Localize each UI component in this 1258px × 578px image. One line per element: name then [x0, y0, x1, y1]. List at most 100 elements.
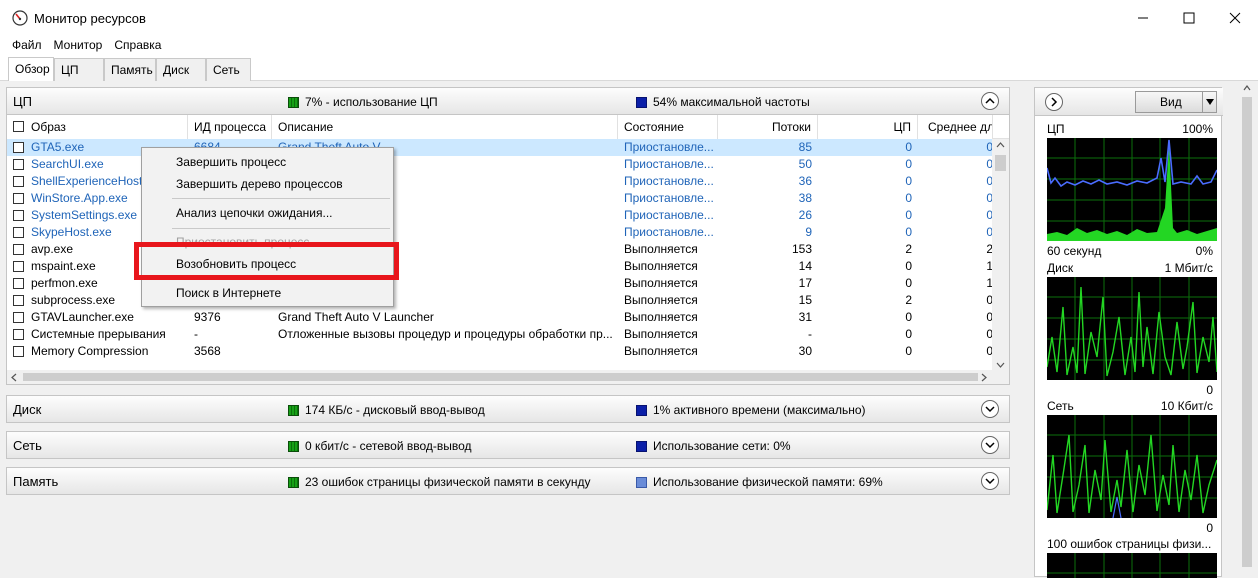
expand-memory-button[interactable]: [981, 472, 999, 490]
table-row[interactable]: Системные прерывания - Отложенные вызовы п…: [7, 326, 993, 343]
minimize-icon: [1138, 17, 1148, 19]
network-graph: [1047, 415, 1217, 518]
memory-faults-legend: 23 ошибок страницы физической памяти в с…: [288, 475, 590, 489]
cell-threads: 85: [798, 140, 812, 154]
cell-state: Приостановле...: [624, 157, 714, 171]
cell-state: Выполняется: [624, 344, 698, 358]
memory-usage-text: Использование физической памяти: 69%: [653, 475, 883, 489]
cell-threads: 30: [798, 344, 812, 358]
scroll-right-icon: [981, 373, 987, 382]
cell-average: 1: [986, 276, 993, 290]
column-header-average[interactable]: Среднее для: [918, 115, 993, 139]
collapse-button[interactable]: [981, 92, 999, 110]
cell-cpu: 0: [905, 259, 912, 273]
cell-state: Приостановле...: [624, 140, 714, 154]
tab-overview[interactable]: Обзор: [8, 57, 54, 81]
cell-image: GTAVLauncher.exe: [31, 310, 134, 324]
menu-bar: Файл Монитор Справка: [0, 36, 1258, 54]
row-checkbox[interactable]: [13, 278, 24, 289]
close-button[interactable]: [1212, 0, 1258, 36]
disk-section-header[interactable]: Диск 174 КБ/с - дисковый ввод-вывод 1% а…: [6, 395, 1010, 423]
network-graph-min: 0: [1206, 521, 1213, 535]
column-header-state[interactable]: Состояние: [618, 115, 718, 139]
menu-file[interactable]: Файл: [6, 36, 48, 54]
menu-separator: [172, 198, 390, 199]
menu-analyze-wait-chain[interactable]: Анализ цепочки ожидания...: [176, 206, 332, 220]
cell-average: 0: [986, 208, 993, 222]
expand-network-button[interactable]: [981, 436, 999, 454]
cell-state: Приостановле...: [624, 191, 714, 205]
row-checkbox[interactable]: [13, 227, 24, 238]
table-row[interactable]: GTAVLauncher.exe 9376 Grand Theft Auto V L…: [7, 309, 993, 326]
expand-disk-button[interactable]: [981, 400, 999, 418]
horizontal-scrollbar[interactable]: [7, 370, 1009, 384]
cell-image: Memory Compression: [31, 344, 149, 358]
cell-average: 0: [986, 225, 993, 239]
graphs-toolbar: Вид: [1035, 88, 1223, 116]
menu-end-process-tree[interactable]: Завершить дерево процессов: [176, 177, 343, 191]
row-checkbox[interactable]: [13, 312, 24, 323]
tab-strip: Обзор ЦП Память Диск Сеть: [0, 54, 1258, 81]
network-usage-legend: Использование сети: 0%: [636, 439, 791, 453]
cell-cpu: 0: [905, 276, 912, 290]
horizontal-scroll-thumb[interactable]: [23, 373, 978, 381]
cpu-frequency-legend: 54% максимальной частоты: [636, 95, 810, 109]
row-checkbox[interactable]: [13, 159, 24, 170]
network-usage-text: Использование сети: 0%: [653, 439, 791, 453]
network-graph-label: Сеть: [1047, 399, 1074, 413]
graphs-panel: Вид ЦП 100% 60 секунд 0% Диск 1 Мбит/с 0…: [1034, 87, 1223, 578]
outer-scrollbar[interactable]: [1240, 81, 1254, 577]
cpu-section-title: ЦП: [13, 94, 32, 109]
table-row[interactable]: Memory Compression 3568 Выполняется 30 0 0: [7, 343, 993, 360]
disk-io-text: 174 КБ/с - дисковый ввод-вывод: [305, 403, 485, 417]
cell-average: 0: [986, 191, 993, 205]
column-header-pid[interactable]: ИД процесса: [188, 115, 272, 139]
light-blue-swatch-icon: [636, 476, 647, 488]
row-checkbox[interactable]: [13, 176, 24, 187]
maximize-button[interactable]: [1166, 0, 1212, 36]
vertical-scroll-thumb[interactable]: [995, 155, 1006, 171]
cell-threads: 26: [798, 208, 812, 222]
menu-end-process[interactable]: Завершить процесс: [176, 155, 286, 169]
row-checkbox[interactable]: [13, 261, 24, 272]
minimize-button[interactable]: [1120, 0, 1166, 36]
row-checkbox[interactable]: [13, 329, 24, 340]
menu-monitor[interactable]: Монитор: [48, 36, 109, 54]
cell-threads: -: [808, 327, 812, 341]
select-all-checkbox[interactable]: [13, 121, 24, 132]
row-checkbox[interactable]: [13, 244, 24, 255]
column-header-description[interactable]: Описание: [272, 115, 618, 139]
cell-pid: -: [194, 327, 198, 341]
row-checkbox[interactable]: [13, 210, 24, 221]
cell-description: Отложенные вызовы процедур и процедуры о…: [278, 327, 613, 341]
row-checkbox[interactable]: [13, 142, 24, 153]
column-header-image[interactable]: Образ: [7, 115, 188, 139]
row-checkbox[interactable]: [13, 346, 24, 357]
tab-network[interactable]: Сеть: [206, 58, 251, 81]
tab-disk[interactable]: Диск: [156, 58, 206, 81]
menu-search-online[interactable]: Поиск в Интернете: [176, 286, 281, 300]
cell-state: Выполняется: [624, 242, 698, 256]
tab-memory[interactable]: Память: [104, 58, 156, 81]
column-header-cpu[interactable]: ЦП: [818, 115, 918, 139]
disk-active-text: 1% активного времени (максимально): [653, 403, 866, 417]
network-section-header[interactable]: Сеть 0 кбит/с - сетевой ввод-вывод Испол…: [6, 431, 1010, 459]
cell-cpu: 0: [905, 174, 912, 188]
memory-section-title: Память: [13, 474, 59, 489]
cpu-frequency-text: 54% максимальной частоты: [653, 95, 810, 109]
memory-graph: [1047, 553, 1217, 578]
view-dropdown[interactable]: Вид: [1135, 91, 1217, 113]
outer-scroll-thumb[interactable]: [1242, 97, 1252, 567]
toggle-panel-button[interactable]: [1045, 93, 1063, 111]
row-checkbox[interactable]: [13, 295, 24, 306]
cell-average: 1: [986, 259, 993, 273]
column-header-threads[interactable]: Потоки: [718, 115, 818, 139]
cell-state: Приостановле...: [624, 225, 714, 239]
memory-section-header[interactable]: Память 23 ошибок страницы физической пам…: [6, 467, 1010, 495]
row-checkbox[interactable]: [13, 193, 24, 204]
menu-help[interactable]: Справка: [108, 36, 167, 54]
cell-state: Выполняется: [624, 276, 698, 290]
vertical-scrollbar[interactable]: [992, 139, 1009, 371]
tab-cpu[interactable]: ЦП: [54, 58, 104, 81]
cpu-section-header[interactable]: ЦП 7% - использование ЦП 54% максимально…: [6, 87, 1010, 115]
